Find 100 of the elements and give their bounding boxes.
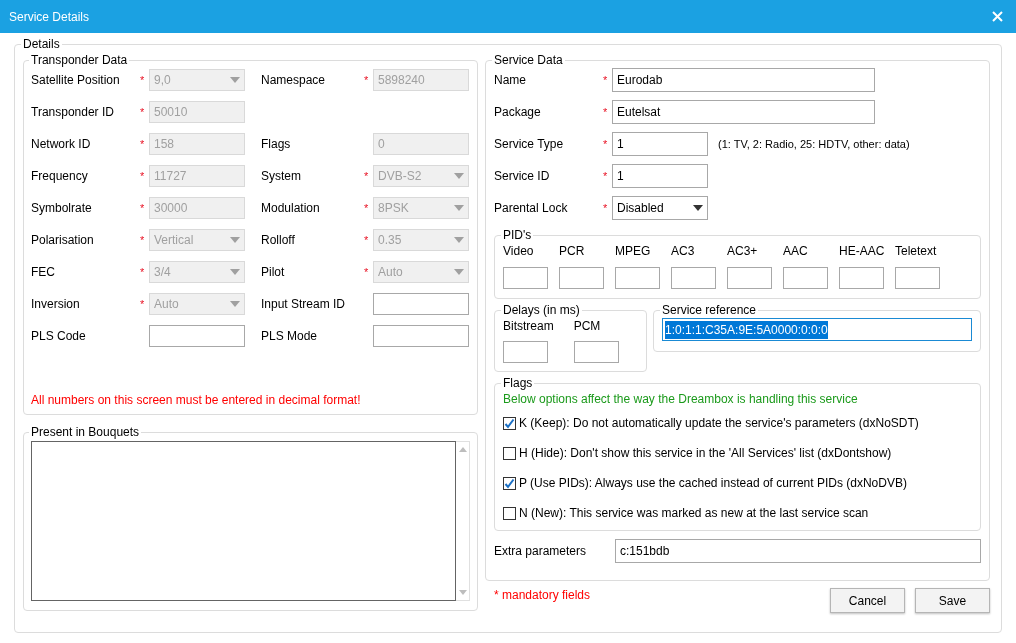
flag-label: P (Use PIDs): Always use the cached instead of current PIDs (dxNoDVB) [519,475,907,492]
field-label: PLS Code [31,328,87,345]
input-field[interactable] [373,293,469,315]
pid-label: AC3 [671,243,696,260]
field-label: Parental Lock [494,200,569,217]
required-mark: * [140,169,145,182]
input-field[interactable] [839,267,884,289]
required-mark: * [140,201,145,214]
input-field[interactable] [149,325,245,347]
required-mark: * [140,297,145,310]
caret-icon [230,269,240,275]
group-title: Service reference [661,303,758,317]
field-label: Package [494,104,542,121]
input-field[interactable] [559,267,604,289]
input-field[interactable]: c:151bdb [615,539,981,563]
field-label: Flags [261,136,292,153]
mandatory-note: * mandatory fields [494,587,591,604]
required-mark: * [603,201,608,214]
delay-label: PCM [573,318,602,335]
field-label: Frequency [31,168,89,185]
reference-value: 1:0:1:1:C35A:9E:5A0000:0:0:0 [665,320,828,339]
required-mark: * [364,73,369,86]
input-field[interactable] [727,267,772,289]
caret-icon [693,205,703,211]
field-label: Service Type [494,136,565,153]
input-field[interactable] [573,341,619,363]
flag-label: N (New): This service was marked as new at the last service scan [519,505,869,522]
scroll-down-icon[interactable] [458,590,467,595]
required-mark: * [603,73,608,86]
input-field[interactable]: Eurodab [612,68,875,92]
required-mark: * [364,169,369,182]
required-mark: * [140,137,145,150]
field-label: Pilot [261,264,286,281]
input-field[interactable]: 1:0:1:1:C35A:9E:5A0000:0:0:0 [662,318,972,341]
required-mark: * [364,201,369,214]
flag-label: K (Keep): Do not automatically update the service's parameters (dxNoSDT) [519,415,919,432]
input-field[interactable] [503,267,548,289]
caret-icon [454,205,464,211]
input-field[interactable]: 1 [612,164,708,188]
group-title: Flags [502,376,534,390]
field-label: Inversion [31,296,81,313]
input-field[interactable] [671,267,716,289]
pid-label: MPEG [615,243,652,260]
pid-label: HE-AAC [839,243,884,260]
required-mark: * [603,169,608,182]
field-label: Extra parameters [494,543,588,560]
required-mark: * [140,265,145,278]
field-label: Transponder ID [31,104,115,121]
pid-label: PCR [559,243,586,260]
scroll-up-icon[interactable] [458,447,467,452]
caret-icon [454,237,464,243]
dialog-button[interactable]: Cancel [830,588,905,613]
checkbox[interactable] [503,416,516,430]
input-field[interactable]: 1 [612,132,708,156]
field-label: Satellite Position [31,72,121,89]
field-label: Name [494,72,527,89]
field-label: Namespace [261,72,327,89]
group-title: Transponder Data [30,53,129,67]
required-mark: * [603,137,608,150]
dialog-button[interactable]: Save [915,588,990,613]
input-field[interactable] [783,267,828,289]
required-mark: * [364,233,369,246]
field-label: Polarisation [31,232,95,249]
group-title: Present in Bouquets [30,425,141,439]
input-field[interactable]: Eutelsat [612,100,875,124]
dropdown[interactable]: Disabled [612,196,708,220]
group-title: Details [22,37,61,51]
required-mark: * [140,73,145,86]
field-label: PLS Mode [261,328,319,345]
group-title: PID's [502,228,533,242]
caret-icon [230,77,240,83]
group-title: Delays (in ms) [502,303,581,317]
field-label: Modulation [261,200,321,217]
field-label: Rolloff [261,232,296,249]
checkbox[interactable] [503,506,516,520]
checkbox[interactable] [503,476,516,490]
caret-icon [454,269,464,275]
required-mark: * [364,265,369,278]
close-icon[interactable] [992,11,1003,22]
input-field[interactable] [503,341,548,363]
caret-icon [454,173,464,179]
required-mark: * [140,105,145,118]
pid-label: Video [503,243,535,260]
field-label: Network ID [31,136,92,153]
flags-note: Below options affect the way the Dreambox is handling this service [503,391,859,408]
scrollbar[interactable] [456,441,470,601]
required-mark: * [603,105,608,118]
caret-icon [230,237,240,243]
decimal-format-warning: All numbers on this screen must be entered in decimal format! [31,392,362,409]
field-label: Service ID [494,168,551,185]
field-label: System [261,168,302,185]
input-field[interactable] [895,267,940,289]
window-title: Service Details [9,8,90,26]
group-title: Service Data [493,53,564,67]
hint-text: (1: TV, 2: Radio, 25: HDTV, other: data) [718,136,910,152]
pid-label: AC3+ [727,243,759,260]
checkmark-icon [504,477,515,489]
input-field[interactable] [373,325,469,347]
input-field[interactable] [615,267,660,289]
checkbox[interactable] [503,446,516,460]
